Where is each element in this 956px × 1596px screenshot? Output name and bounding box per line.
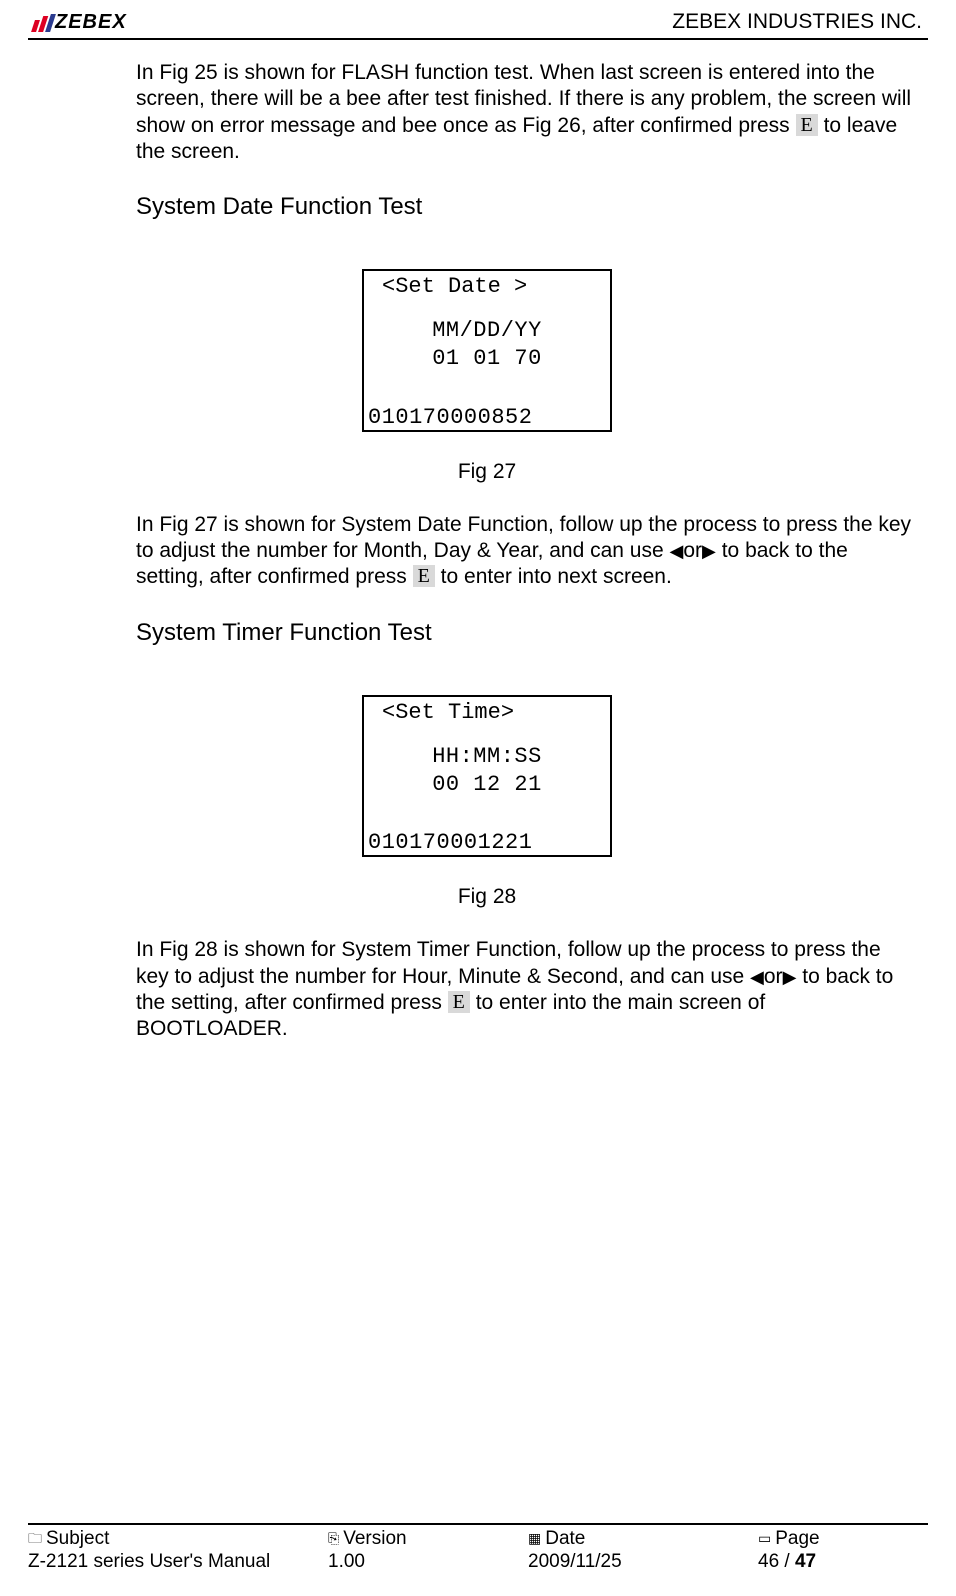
folder-icon: 🗀	[28, 1530, 42, 1548]
page-sep: /	[779, 1551, 795, 1572]
value-subject: Z-2121 series User's Manual	[28, 1550, 328, 1574]
right-arrow-icon: ▶	[702, 541, 716, 561]
label-date: Date	[545, 1527, 585, 1551]
para2-text-c: to enter into next screen.	[435, 565, 672, 588]
caption-fig27: Fig 27	[56, 460, 918, 484]
heading-system-date: System Date Function Test	[136, 193, 918, 221]
value-page: 46 / 47	[758, 1550, 928, 1574]
label-subject: Subject	[46, 1527, 109, 1551]
figure-28: <Set Time> HH:MM:SS 00 12 21 01017000122…	[56, 695, 918, 910]
page-footer: 🗀Subject Z-2121 series User's Manual ⎘Ve…	[28, 1523, 928, 1575]
lcd-set-date: <Set Date > MM/DD/YY 01 01 70 0101700008…	[362, 269, 612, 432]
paragraph-flash: In Fig 25 is shown for FLASH function te…	[136, 60, 918, 165]
paragraph-date: In Fig 27 is shown for System Date Funct…	[136, 512, 918, 591]
value-version: 1.00	[328, 1550, 528, 1574]
key-e-icon: E	[448, 991, 470, 1013]
key-e-icon: E	[796, 114, 818, 136]
left-arrow-icon: ◀	[670, 541, 684, 561]
lcd-set-time: <Set Time> HH:MM:SS 00 12 21 01017000122…	[362, 695, 612, 858]
page-total: 47	[795, 1551, 816, 1572]
lcd-title: <Set Time>	[368, 699, 606, 743]
logo-bars-icon	[31, 14, 56, 32]
paragraph-timer: In Fig 28 is shown for System Timer Func…	[136, 937, 918, 1042]
or-word: or	[764, 965, 783, 988]
lcd-barcode: 010170000852	[368, 374, 606, 430]
value-date: 2009/11/25	[528, 1550, 758, 1574]
lcd-value: 00 12 21	[368, 771, 606, 799]
content-area: In Fig 25 is shown for FLASH function te…	[28, 40, 928, 1042]
book-icon: ▭	[758, 1530, 771, 1548]
version-icon: ⎘	[328, 1530, 339, 1548]
label-version: Version	[343, 1527, 406, 1551]
left-arrow-icon: ◀	[750, 967, 764, 987]
page-current: 46	[758, 1551, 779, 1572]
logo-text: ZEBEX	[55, 11, 127, 34]
lcd-barcode: 010170001221	[368, 799, 606, 855]
lcd-title: <Set Date >	[368, 273, 606, 317]
heading-system-timer: System Timer Function Test	[136, 619, 918, 647]
company-name: ZEBEX INDUSTRIES INC.	[672, 10, 922, 34]
lcd-format: MM/DD/YY	[368, 317, 606, 345]
right-arrow-icon: ▶	[783, 967, 797, 987]
caption-fig28: Fig 28	[56, 885, 918, 909]
calendar-icon: ▦	[528, 1530, 541, 1548]
figure-27: <Set Date > MM/DD/YY 01 01 70 0101700008…	[56, 269, 918, 484]
key-e-icon: E	[413, 565, 435, 587]
logo: ZEBEX	[34, 11, 127, 34]
or-word: or	[683, 539, 702, 562]
page-header: ZEBEX ZEBEX INDUSTRIES INC.	[28, 10, 928, 38]
label-page: Page	[775, 1527, 819, 1551]
lcd-format: HH:MM:SS	[368, 743, 606, 771]
lcd-value: 01 01 70	[368, 345, 606, 373]
